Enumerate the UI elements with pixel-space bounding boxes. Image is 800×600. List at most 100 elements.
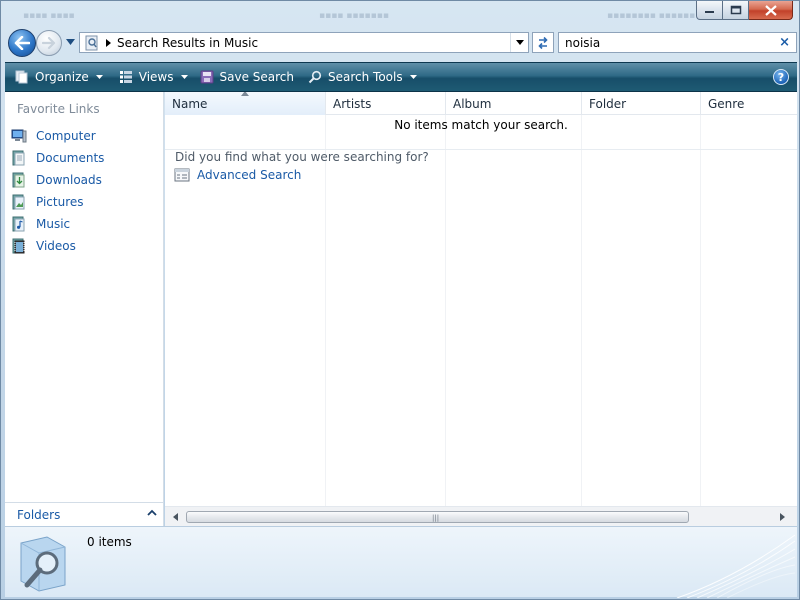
favorite-links-title: Favorite Links (17, 102, 100, 116)
address-path[interactable]: Search Results in Music (117, 36, 258, 50)
sidebar-item-computer[interactable]: Computer (11, 125, 104, 147)
column-header-name[interactable]: Name (165, 92, 326, 115)
maximize-icon (730, 5, 741, 15)
navigation-row: Search Results in Music × (5, 28, 797, 57)
column-header-label: Artists (333, 96, 372, 111)
horizontal-scrollbar[interactable]: ||| (165, 506, 797, 526)
item-count: 0 items (87, 535, 132, 549)
save-search-label: Save Search (219, 70, 295, 84)
decorative-swoosh (676, 534, 796, 598)
ghost-text: ▪▪▪▪ ▪▪▪▪▪▪▪ (319, 11, 389, 21)
column-header-artists[interactable]: Artists (326, 92, 446, 115)
scrollbar-thumb[interactable]: ||| (186, 511, 689, 523)
chevron-down-icon (409, 75, 417, 79)
command-bar: Organize Views Save Search Search Tools … (5, 62, 797, 92)
column-header-folder[interactable]: Folder (582, 92, 701, 115)
search-tools-label: Search Tools (328, 70, 403, 84)
address-dropdown-button[interactable] (510, 33, 528, 52)
refresh-icon (538, 36, 548, 49)
advanced-search-label: Advanced Search (197, 168, 302, 182)
column-divider (700, 115, 701, 506)
search-input[interactable] (565, 35, 765, 50)
help-button[interactable]: ? (773, 69, 789, 85)
views-label: Views (138, 70, 174, 84)
chevron-down-icon (180, 75, 188, 79)
column-header-album[interactable]: Album (446, 92, 582, 115)
empty-results-message: No items match your search. (394, 118, 568, 132)
chevron-up-icon (147, 509, 157, 516)
organize-icon (15, 70, 28, 84)
column-header-label: Folder (589, 96, 627, 111)
scroll-right-button[interactable] (775, 511, 789, 523)
scroll-left-icon (172, 513, 178, 521)
music-icon (12, 216, 25, 232)
navigation-pane: Favorite Links Computer Documents Downlo… (5, 92, 164, 526)
file-list: Name Artists Album Folder Genre No items… (165, 92, 797, 526)
chevron-down-icon (515, 40, 524, 45)
folders-toggle[interactable]: Folders (5, 502, 163, 526)
caption-buttons (696, 1, 793, 20)
breadcrumb-arrow-icon (106, 38, 111, 47)
details-pane: 0 items (5, 526, 797, 598)
column-header-label: Album (453, 96, 492, 111)
search-tools-button[interactable]: Search Tools (308, 65, 417, 89)
close-icon (764, 4, 777, 16)
sidebar-item-documents[interactable]: Documents (11, 147, 104, 169)
favorite-links-list: Computer Documents Downloads Pictures Mu… (11, 125, 104, 257)
organize-button[interactable]: Organize (15, 65, 103, 89)
close-button[interactable] (749, 1, 793, 20)
search-folder-icon (85, 35, 98, 50)
maximize-button[interactable] (723, 1, 749, 20)
views-icon (119, 71, 132, 83)
column-header-row: Name Artists Album Folder Genre (165, 92, 797, 115)
computer-icon (11, 129, 27, 143)
save-search-button[interactable]: Save Search (200, 65, 295, 89)
column-header-label: Name (172, 96, 208, 111)
column-header-genre[interactable]: Genre (701, 92, 797, 115)
sidebar-item-label: Videos (36, 239, 76, 253)
column-header-label: Genre (708, 96, 745, 111)
clear-search-button[interactable]: × (779, 35, 790, 50)
sort-ascending-icon (241, 92, 249, 96)
organize-label: Organize (35, 70, 89, 84)
column-divider (325, 115, 326, 506)
save-icon (200, 70, 213, 84)
videos-icon (12, 238, 25, 254)
column-divider (445, 115, 446, 506)
ghost-text: ▪▪▪▪ ▪▪▪▪ (23, 11, 75, 21)
sidebar-item-label: Pictures (36, 195, 84, 209)
back-button[interactable] (8, 29, 36, 57)
sidebar-item-label: Documents (36, 151, 105, 165)
downloads-icon (12, 172, 25, 188)
recent-pages-button[interactable] (64, 37, 76, 47)
views-button[interactable]: Views (119, 65, 188, 89)
search-suggestion-title: Did you find what you were searching for… (175, 150, 429, 164)
back-arrow-icon (14, 36, 30, 50)
address-bar[interactable]: Search Results in Music (79, 32, 529, 53)
pictures-icon (12, 194, 25, 210)
sidebar-item-label: Downloads (36, 173, 102, 187)
scroll-right-icon (779, 513, 785, 521)
forward-arrow-icon (42, 37, 56, 49)
scroll-left-button[interactable] (168, 511, 182, 523)
ghost-text: ▪▪▪▪▪▪▪▪ ▪▪▪▪▪▪ (607, 11, 696, 21)
minimize-icon (704, 11, 714, 13)
sidebar-item-pictures[interactable]: Pictures (11, 191, 104, 213)
grip-icon: ||| (432, 514, 440, 522)
advanced-search-link[interactable]: Advanced Search (174, 168, 301, 182)
explorer-window: ▪▪▪▪ ▪▪▪▪ ▪▪▪▪ ▪▪▪▪▪▪▪ ▪▪▪▪▪▪▪▪ ▪▪▪▪▪▪ S… (0, 0, 800, 600)
column-divider (581, 115, 582, 506)
minimize-button[interactable] (696, 1, 723, 20)
chevron-down-icon (95, 75, 103, 79)
folders-label: Folders (17, 507, 61, 522)
sidebar-item-label: Music (36, 217, 71, 231)
refresh-button[interactable] (532, 32, 554, 53)
forward-button[interactable] (36, 30, 62, 56)
advanced-search-icon (174, 168, 190, 182)
sidebar-item-downloads[interactable]: Downloads (11, 169, 104, 191)
sidebar-item-music[interactable]: Music (11, 213, 104, 235)
sidebar-item-videos[interactable]: Videos (11, 235, 104, 257)
search-box: × (558, 32, 797, 53)
documents-icon (12, 150, 25, 166)
magnifier-icon (308, 70, 322, 84)
